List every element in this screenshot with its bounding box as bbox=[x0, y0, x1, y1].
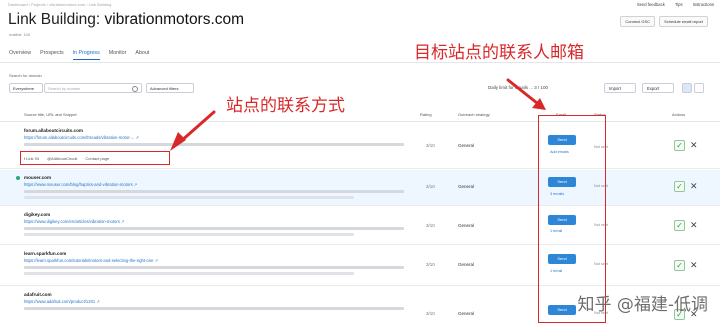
annotation-contact-emails: 目标站点的联系人邮箱 bbox=[414, 43, 584, 63]
arrow-to-email bbox=[506, 78, 546, 110]
annotation-arrows bbox=[170, 78, 546, 151]
watermark: 知乎 @福建-低调 bbox=[577, 295, 708, 315]
arrow-to-contacts bbox=[170, 110, 216, 151]
annotation-contact-methods: 站点的联系方式 bbox=[226, 96, 345, 116]
